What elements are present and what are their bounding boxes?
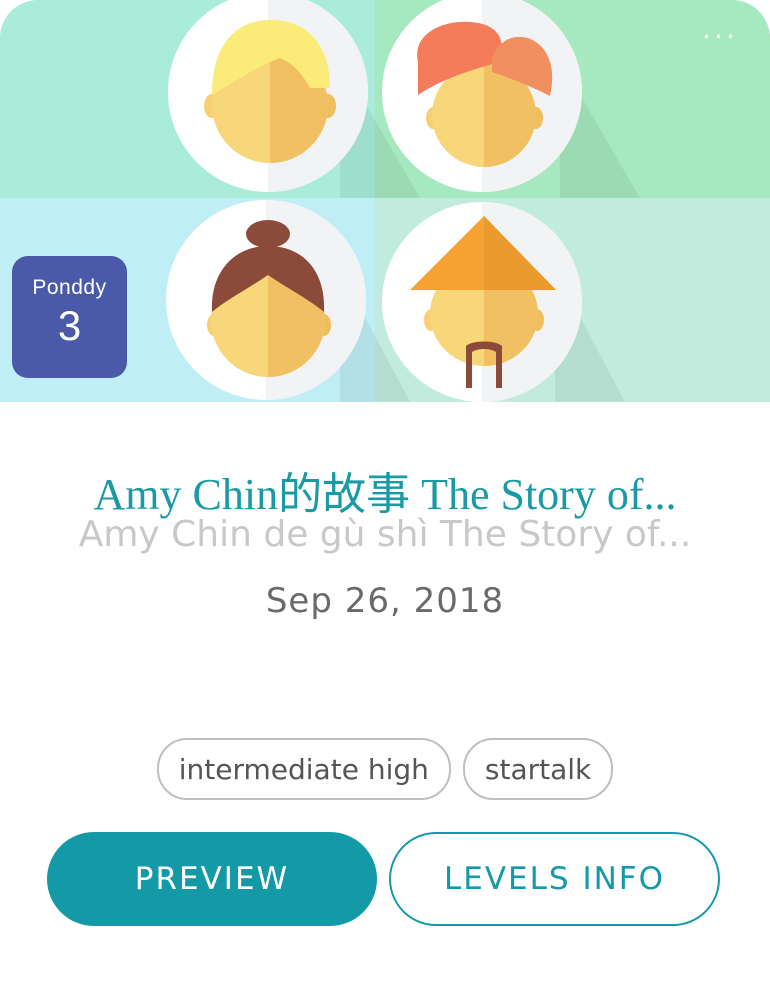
levels-info-button[interactable]: LEVELS INFO bbox=[389, 832, 720, 926]
story-card: ··· Ponddy 3 Amy Chin的故事 The Story of...… bbox=[0, 0, 770, 982]
tag-intermediate-high[interactable]: intermediate high bbox=[156, 738, 451, 800]
level-badge: Ponddy 3 bbox=[12, 256, 127, 378]
turban-person-icon bbox=[382, 0, 582, 192]
story-date: Sep 26, 2018 bbox=[265, 581, 505, 621]
story-title[interactable]: Amy Chin的故事 The Story of... bbox=[0, 458, 770, 522]
preview-button[interactable]: PREVIEW bbox=[47, 832, 377, 926]
tag-list: intermediate high startalk bbox=[0, 738, 770, 800]
bun-hair-person-icon bbox=[166, 200, 366, 400]
tag-startalk[interactable]: startalk bbox=[462, 738, 614, 800]
more-options-icon: ··· bbox=[702, 20, 738, 53]
story-pinyin: Amy Chin de gù shì The Story of... bbox=[78, 514, 692, 555]
more-options-button[interactable]: ··· bbox=[700, 22, 740, 52]
straw-hat-person-icon bbox=[382, 202, 582, 402]
level-badge-number: 3 bbox=[57, 302, 82, 349]
level-badge-brand: Ponddy bbox=[32, 276, 107, 299]
blonde-person-icon bbox=[168, 0, 368, 192]
